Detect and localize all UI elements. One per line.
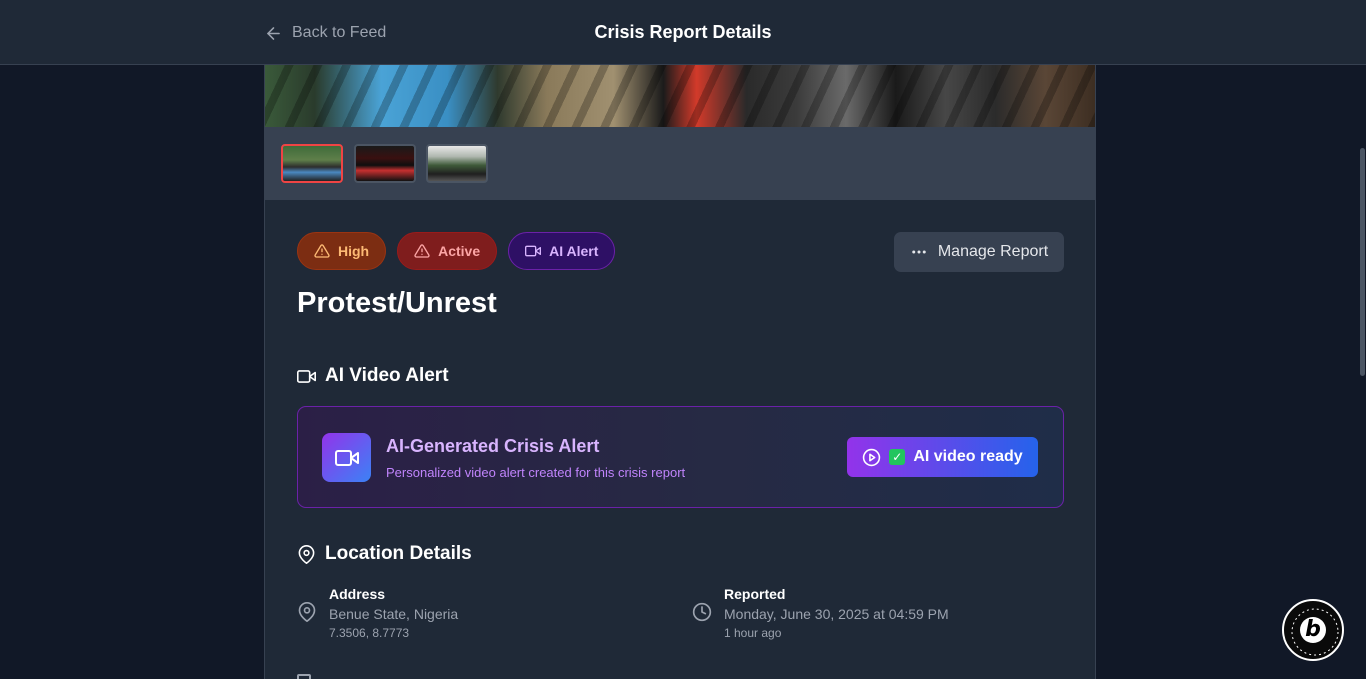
severity-badge: High <box>297 232 387 270</box>
video-icon <box>297 369 316 383</box>
manage-report-label: Manage Report <box>937 243 1049 260</box>
bolt-badge[interactable]: b <box>1282 599 1344 661</box>
address-label: Address <box>329 586 386 602</box>
badge-row: High Active AI Alert <box>297 232 616 270</box>
coordinates-value: 7.3506, 8.7773 <box>329 626 410 640</box>
incident-title: Protest/Unrest <box>297 287 497 319</box>
bolt-logo-icon: b <box>1300 617 1326 643</box>
manage-report-button[interactable]: Manage Report <box>894 232 1064 272</box>
video-section-heading-label: AI Video Alert <box>325 365 449 386</box>
thumbnail-1[interactable] <box>281 144 343 183</box>
ai-video-ready-label: AI video ready <box>913 448 1023 465</box>
top-bar: Back to Feed Crisis Report Details <box>0 0 1366 65</box>
report-card: High Active AI Alert Manage Report Prote… <box>264 65 1096 679</box>
reported-label: Reported <box>724 586 786 602</box>
status-badge: Active <box>397 232 498 270</box>
check-icon: ✓ <box>889 449 906 465</box>
alert-icon-tile <box>322 433 371 482</box>
reported-relative: 1 hour ago <box>724 626 782 640</box>
alert-card-subtitle: Personalized video alert created for thi… <box>386 465 686 480</box>
alert-triangle-icon <box>414 244 430 258</box>
video-icon <box>525 245 542 257</box>
severity-badge-label: High <box>338 243 370 259</box>
play-circle-icon <box>863 448 881 466</box>
location-section-heading-label: Location Details <box>325 543 472 564</box>
hero-image <box>265 65 1095 127</box>
map-pin-icon <box>298 544 315 564</box>
ai-alert-badge-label: AI Alert <box>549 243 599 259</box>
thumbnail-3[interactable] <box>426 144 488 183</box>
location-section-heading: Location Details <box>297 543 472 565</box>
thumbnail-2[interactable] <box>354 144 416 183</box>
scrollbar-thumb[interactable] <box>1360 148 1365 376</box>
address-value: Benue State, Nigeria <box>329 606 459 622</box>
ai-video-alert-card: AI-Generated Crisis Alert Personalized v… <box>297 406 1064 508</box>
status-badge-label: Active <box>438 243 481 259</box>
page-title: Crisis Report Details <box>594 22 772 42</box>
alert-triangle-icon <box>314 244 330 258</box>
clock-icon <box>692 602 712 622</box>
more-horizontal-icon <box>912 250 926 254</box>
map-pin-icon <box>298 602 316 622</box>
ai-alert-badge: AI Alert <box>508 232 616 270</box>
ai-video-ready-button[interactable]: ✓ AI video ready <box>847 437 1038 477</box>
video-section-heading: AI Video Alert <box>297 365 449 387</box>
alert-card-title: AI-Generated Crisis Alert <box>386 436 600 456</box>
document-icon <box>297 674 311 679</box>
video-icon <box>334 449 359 466</box>
reported-value: Monday, June 30, 2025 at 04:59 PM <box>724 606 949 622</box>
thumbnail-strip <box>265 127 1095 200</box>
